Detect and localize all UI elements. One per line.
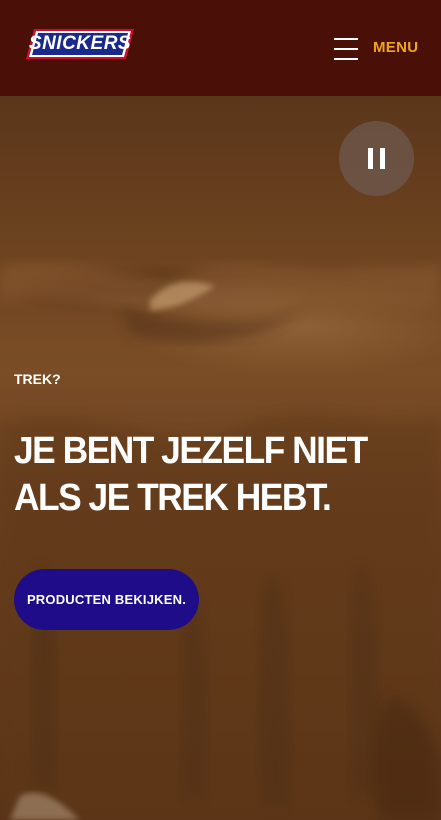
snickers-logo[interactable]: SNICKERS	[26, 28, 134, 60]
menu-label: MENU	[373, 39, 419, 56]
logo-text: SNICKERS	[28, 33, 132, 54]
hero-eyebrow: TREK?	[14, 371, 61, 387]
site-header: SNICKERS MENU	[0, 0, 441, 96]
pause-button[interactable]	[339, 121, 414, 196]
menu-button[interactable]: MENU	[330, 32, 420, 66]
view-products-button[interactable]: PRODUCTEN BEKIJKEN.	[14, 569, 199, 630]
page: SNICKERS MENU TREK? JE BENT JEZELF NIET …	[0, 0, 441, 820]
hamburger-icon	[334, 35, 360, 61]
hero-headline: JE BENT JEZELF NIET ALS JE TREK HEBT.	[14, 430, 368, 519]
